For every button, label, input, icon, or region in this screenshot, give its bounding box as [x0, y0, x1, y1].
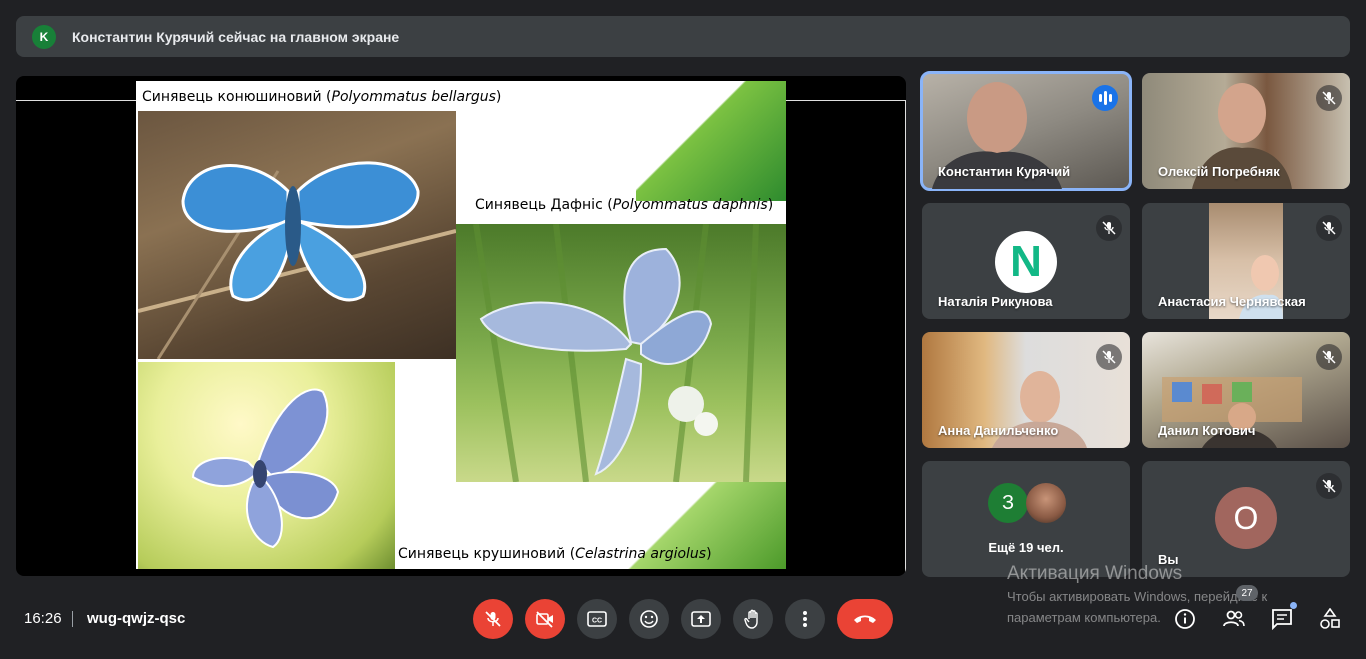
caption-argiolus: Синявець крушиновий (Celastrina argiolus… [398, 546, 712, 562]
more-participants-label: Ещё 19 чел. [988, 540, 1064, 555]
photo-daphnis [456, 224, 786, 482]
participant-name: Анна Данильченко [938, 423, 1059, 438]
hang-up-icon [854, 615, 876, 623]
banner-text: Константин Курячий сейчас на главном экр… [72, 28, 400, 45]
raise-hand-button[interactable] [733, 599, 773, 639]
mic-off-icon [1096, 215, 1122, 241]
people-icon [1223, 610, 1245, 627]
self-avatar: О [1215, 487, 1277, 549]
more-options-button[interactable] [785, 599, 825, 639]
emoji-icon [640, 610, 658, 628]
unread-dot [1290, 602, 1297, 609]
self-tile[interactable]: О Вы [1142, 461, 1350, 577]
more-participant-photo [1026, 483, 1066, 523]
chat-icon [1272, 609, 1292, 630]
participant-tile-kuryachiy[interactable]: Константин Курячий [920, 71, 1132, 191]
participant-name: Наталія Рикунова [938, 294, 1053, 309]
photo-bellargus [138, 111, 456, 359]
chat-button[interactable] [1267, 602, 1297, 634]
svg-text:CC: CC [592, 618, 602, 625]
camera-toggle-button[interactable] [525, 599, 565, 639]
participant-name: Данил Котович [1158, 423, 1256, 438]
mic-off-icon [1096, 344, 1122, 370]
participant-name: Константин Курячий [938, 164, 1071, 179]
speaking-indicator-icon [1092, 85, 1118, 111]
hand-icon [744, 609, 758, 629]
captions-button[interactable]: CC [577, 599, 617, 639]
caption-daphnis: Синявець Дафніс (Polyommatus daphnis) [475, 197, 774, 213]
people-count-badge: 27 [1236, 585, 1258, 601]
photo-argiolus [138, 362, 395, 569]
more-participants-tile[interactable]: З Ещё 19 чел. [922, 461, 1130, 577]
reactions-button[interactable] [629, 599, 669, 639]
participant-tile-danylchenko[interactable]: Анна Данильченко [922, 332, 1130, 448]
control-bar: 16:26 wug-qwjz-qsc CC [0, 594, 1366, 644]
mic-off-icon [1316, 215, 1342, 241]
participant-logo: N [995, 231, 1057, 293]
mic-off-icon [1316, 473, 1342, 499]
captions-icon: CC [587, 611, 607, 627]
people-button[interactable] [1219, 604, 1249, 634]
mic-off-icon [1316, 85, 1342, 111]
participant-tile-kotovich[interactable]: Данил Котович [1142, 332, 1350, 448]
windows-activation-title: Активация Windows [1007, 563, 1183, 584]
meeting-code: wug-qwjz-qsc [87, 610, 186, 627]
activities-icon [1320, 608, 1340, 629]
divider [72, 611, 73, 627]
presentation-banner: K Константин Курячий сейчас на главном э… [16, 16, 1350, 57]
caption-bellargus: Синявець конюшиновий (Polyommatus bellar… [142, 89, 502, 105]
participant-name: Олексій Погребняк [1158, 164, 1280, 179]
presentation-stage: Синявець конюшиновий (Polyommatus bellar… [16, 76, 906, 576]
more-participant-avatar: З [988, 483, 1028, 523]
meeting-details-button[interactable] [1170, 604, 1200, 634]
participant-name: Анастасия Чернявская [1158, 294, 1306, 309]
participant-tile-pogrebnyak[interactable]: Олексій Погребняк [1142, 73, 1350, 189]
mic-toggle-button[interactable] [473, 599, 513, 639]
info-icon [1175, 609, 1195, 629]
mic-off-icon [1316, 344, 1342, 370]
participant-tile-chernyavskaya[interactable]: Анастасия Чернявская [1142, 203, 1350, 319]
more-vert-icon [803, 611, 807, 627]
camera-off-icon [536, 611, 553, 628]
presenter-avatar: K [32, 24, 56, 49]
present-icon [691, 611, 711, 627]
slide-decoration-top [636, 81, 786, 201]
present-screen-button[interactable] [681, 599, 721, 639]
participant-tile-rykunova[interactable]: N Наталія Рикунова [922, 203, 1130, 319]
stage-divider-right [905, 100, 906, 576]
leave-call-button[interactable] [837, 599, 893, 639]
clock: 16:26 [24, 610, 62, 627]
activities-button[interactable] [1315, 604, 1345, 634]
mic-off-icon [485, 611, 501, 627]
slide: Синявець конюшиновий (Polyommatus bellar… [136, 81, 786, 569]
